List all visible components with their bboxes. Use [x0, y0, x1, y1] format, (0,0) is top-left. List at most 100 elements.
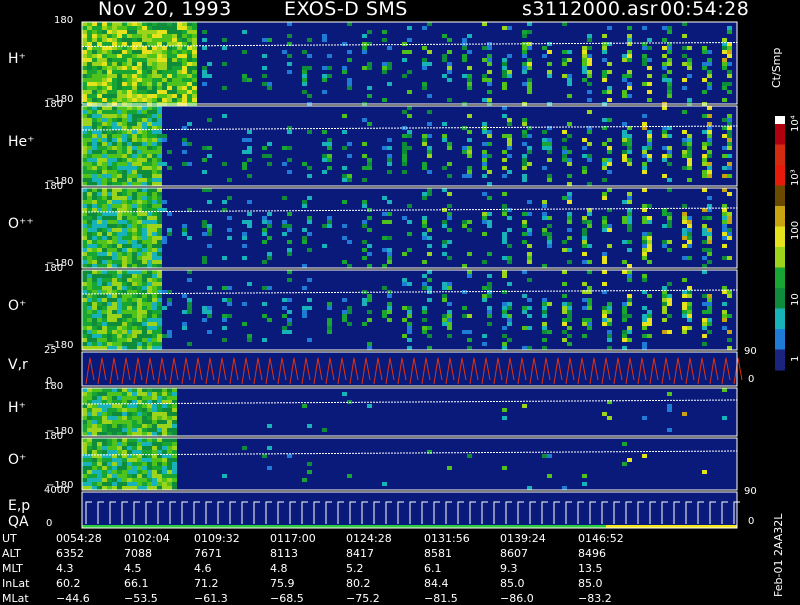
spectrogram-cell	[127, 256, 132, 260]
ephemeris-cell: 66.1	[124, 577, 149, 590]
spectrogram-cell	[147, 62, 152, 66]
spectrogram-cell	[92, 438, 97, 442]
spectrogram-cell	[687, 216, 692, 220]
spectrogram-cell	[82, 22, 87, 26]
spectrogram-cell	[157, 98, 162, 102]
spectrogram-cell	[112, 196, 117, 200]
spectrogram-cell	[112, 486, 117, 490]
spectrogram-cell	[502, 82, 507, 86]
spectrogram-cell	[227, 302, 232, 306]
spectrogram-cell	[92, 54, 97, 58]
spectrogram-cell	[167, 428, 172, 432]
spectrogram-cell	[82, 416, 87, 420]
spectrogram-cell	[107, 314, 112, 318]
spectrogram-cell	[92, 450, 97, 454]
spectrogram-cell	[142, 158, 147, 162]
spectrogram-cell	[117, 58, 122, 62]
spectrogram-cell	[127, 330, 132, 334]
spectrogram-cell	[142, 274, 147, 278]
ephemeris-cell: 4.3	[56, 562, 74, 575]
spectrogram-cell	[627, 314, 632, 318]
spectrogram-cell	[607, 150, 612, 154]
spectrogram-cell	[132, 322, 137, 326]
spectrogram-cell	[127, 338, 132, 342]
ephemeris-cell: 0117:00	[270, 532, 316, 545]
spectrogram-cell	[82, 154, 87, 158]
spectrogram-cell	[407, 330, 412, 334]
spectrogram-cell	[162, 412, 167, 416]
spectrogram-cell	[487, 62, 492, 66]
spectrogram-cell	[137, 192, 142, 196]
spectrogram-cell	[92, 70, 97, 74]
spectrogram-cell	[242, 78, 247, 82]
spectrogram-cell	[407, 114, 412, 118]
spectrogram-cell	[137, 306, 142, 310]
spectrogram-cell	[112, 306, 117, 310]
spectrogram-cell	[622, 338, 627, 342]
spectrogram-cell	[607, 188, 612, 192]
spectrogram-cell	[342, 42, 347, 46]
spectrogram-cell	[112, 232, 117, 236]
colorbar-label: 10³	[790, 169, 800, 186]
spectrogram-cell	[152, 338, 157, 342]
spectrogram-cell	[107, 428, 112, 432]
spectrogram-cell	[582, 138, 587, 142]
spectrogram-cell	[97, 346, 102, 350]
spectrogram-cell	[97, 310, 102, 314]
spectrogram-cell	[122, 314, 127, 318]
spectrogram-cell	[502, 70, 507, 74]
spectrogram-cell	[727, 346, 732, 350]
spectrogram-cell	[157, 50, 162, 54]
spectrogram-cell	[87, 208, 92, 212]
spectrogram-cell	[647, 216, 652, 220]
spectrogram-cell	[137, 302, 142, 306]
spectrogram-cell	[387, 252, 392, 256]
spectrogram-cell	[247, 130, 252, 134]
spectrogram-cell	[117, 438, 122, 442]
spectrogram-cell	[127, 236, 132, 240]
spectrogram-cell	[667, 58, 672, 62]
spectrogram-cell	[502, 302, 507, 306]
spectrogram-cell	[97, 478, 102, 482]
spectrogram-cell	[117, 298, 122, 302]
spectrogram-cell	[97, 470, 102, 474]
spectrogram-cell	[627, 86, 632, 90]
spectrogram-cell	[157, 236, 162, 240]
spectrogram-cell	[117, 62, 122, 66]
spectrogram-cell	[582, 70, 587, 74]
spectrogram-cell	[682, 244, 687, 248]
spectrogram-cell	[92, 256, 97, 260]
spectrogram-cell	[92, 252, 97, 256]
spectrogram-cell	[107, 204, 112, 208]
spectrogram-cell	[287, 224, 292, 228]
spectrogram-cell	[182, 224, 187, 228]
spectrogram-cell	[427, 122, 432, 126]
spectrogram-cell	[127, 196, 132, 200]
spectrogram-cell	[167, 334, 172, 338]
spectrogram-cell	[107, 404, 112, 408]
spectrogram-cell	[112, 274, 117, 278]
spectrogram-cell	[147, 318, 152, 322]
spectrogram-cell	[122, 150, 127, 154]
spectrogram-cell	[102, 110, 107, 114]
spectrogram-cell	[122, 458, 127, 462]
spectrogram-cell	[127, 224, 132, 228]
spectrogram-cell	[707, 322, 712, 326]
spectrogram-cell	[287, 34, 292, 38]
spectrogram-cell	[702, 270, 707, 274]
spectrogram-cell	[87, 50, 92, 54]
spectrogram-cell	[422, 162, 427, 166]
spectrogram-cell	[107, 432, 112, 436]
spectrogram-cell	[157, 146, 162, 150]
spectrogram-cell	[627, 200, 632, 204]
spectrogram-cell	[117, 256, 122, 260]
spectrogram-cell	[147, 54, 152, 58]
spectrogram-cell	[467, 82, 472, 86]
spectrogram-cell	[132, 458, 137, 462]
spectrogram-cell	[97, 392, 102, 396]
spectrogram-cell	[157, 256, 162, 260]
spectrogram-cell	[87, 326, 92, 330]
spectrogram-cell	[147, 174, 152, 178]
spectrogram-cell	[142, 428, 147, 432]
spectrogram-cell	[87, 86, 92, 90]
